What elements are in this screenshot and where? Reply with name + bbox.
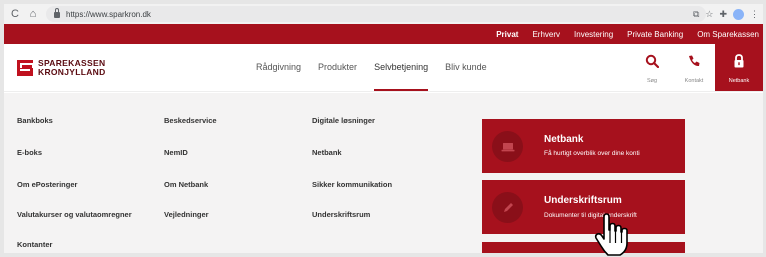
main-nav: Rådgivning Produkter Selvbetjening Bliv … <box>256 44 504 91</box>
menu-link-vejledninger[interactable]: Vejledninger <box>164 210 209 219</box>
address-bar[interactable]: https://www.sparkron.dk <box>46 6 706 22</box>
laptop-icon <box>492 131 523 162</box>
bookmark-star-icon[interactable]: ☆ <box>705 9 713 20</box>
underskriftsrum-card[interactable]: Underskriftsrum Dokumenter til digital u… <box>482 180 685 234</box>
logo[interactable]: SPAREKASSEN KRONJYLLAND <box>17 59 106 77</box>
nav-bliv-kunde[interactable]: Bliv kunde <box>445 44 487 91</box>
logo-text-block: SPAREKASSEN KRONJYLLAND <box>38 59 106 77</box>
extensions-icon[interactable]: ✚ <box>719 9 727 20</box>
browser-toolbar: C ⌂ https://www.sparkron.dk ⧉ ☆ ✚ ⋮ <box>4 4 763 24</box>
search-button[interactable]: Søg <box>631 44 673 91</box>
topnav-om-sparekassen[interactable]: Om Sparekassen <box>697 30 759 39</box>
search-label: Søg <box>646 78 658 84</box>
contact-button[interactable]: Kontakt <box>673 44 715 91</box>
contact-label: Kontakt <box>684 78 704 84</box>
netbank-button[interactable]: Netbank <box>715 44 763 91</box>
hand-pointer-cursor-icon <box>594 213 628 256</box>
netbank-card-title: Netbank <box>544 134 584 145</box>
underskriftsrum-card-title: Underskriftsrum <box>544 195 622 206</box>
menu-link-om-eposteringer[interactable]: Om ePosteringer <box>17 180 77 189</box>
menu-link-valutakurser[interactable]: Valutakurser og valutaomregner <box>17 210 132 219</box>
netbank-card-subtitle: Få hurtigt overblik over dine konti <box>544 150 640 157</box>
pen-icon <box>492 192 523 223</box>
browser-actions: ⧉ ☆ ✚ ⋮ <box>693 4 759 24</box>
topnav-private-banking[interactable]: Private Banking <box>627 30 683 39</box>
menu-link-digitale-loesninger[interactable]: Digitale løsninger <box>312 116 375 125</box>
profile-avatar[interactable] <box>733 8 744 20</box>
menu-link-kontanter[interactable]: Kontanter <box>17 240 52 249</box>
site-header: SPAREKASSEN KRONJYLLAND Rådgivning Produ… <box>4 44 763 92</box>
more-menu-icon[interactable]: ⋮ <box>750 9 759 20</box>
logo-line2: KRONJYLLAND <box>38 67 106 77</box>
menu-link-netbank[interactable]: Netbank <box>312 148 342 157</box>
topnav-investering[interactable]: Investering <box>574 30 613 39</box>
top-bar: Privat Erhverv Investering Private Banki… <box>4 24 763 44</box>
reload-icon[interactable]: C <box>8 4 22 24</box>
menu-link-e-boks[interactable]: E-boks <box>17 148 42 157</box>
next-card-partial[interactable] <box>482 242 685 253</box>
home-icon[interactable]: ⌂ <box>26 4 40 24</box>
search-icon <box>631 54 673 71</box>
menu-link-nemid[interactable]: NemID <box>164 148 188 157</box>
topnav-erhverv[interactable]: Erhverv <box>532 30 560 39</box>
menu-link-beskedservice[interactable]: Beskedservice <box>164 116 217 125</box>
share-icon[interactable]: ⧉ <box>693 9 699 20</box>
nav-selvbetjening[interactable]: Selvbetjening <box>374 44 429 91</box>
phone-icon <box>673 54 715 71</box>
netbank-label: Netbank <box>728 78 750 84</box>
url-text: https://www.sparkron.dk <box>66 9 151 19</box>
menu-link-underskriftsrum[interactable]: Underskriftsrum <box>312 210 370 219</box>
lock-icon <box>54 8 60 18</box>
nav-produkter[interactable]: Produkter <box>318 44 357 91</box>
menu-link-bankboks[interactable]: Bankboks <box>17 116 53 125</box>
menu-link-sikker-kommunikation[interactable]: Sikker kommunikation <box>312 180 392 189</box>
netbank-card[interactable]: Netbank Få hurtigt overblik over dine ko… <box>482 119 685 173</box>
segment-nav: Privat Erhverv Investering Private Banki… <box>482 24 759 44</box>
topnav-privat[interactable]: Privat <box>496 30 518 39</box>
logo-mark-icon <box>17 60 34 76</box>
menu-link-om-netbank[interactable]: Om Netbank <box>164 180 208 189</box>
padlock-icon <box>715 54 763 71</box>
nav-raadgivning[interactable]: Rådgivning <box>256 44 301 91</box>
